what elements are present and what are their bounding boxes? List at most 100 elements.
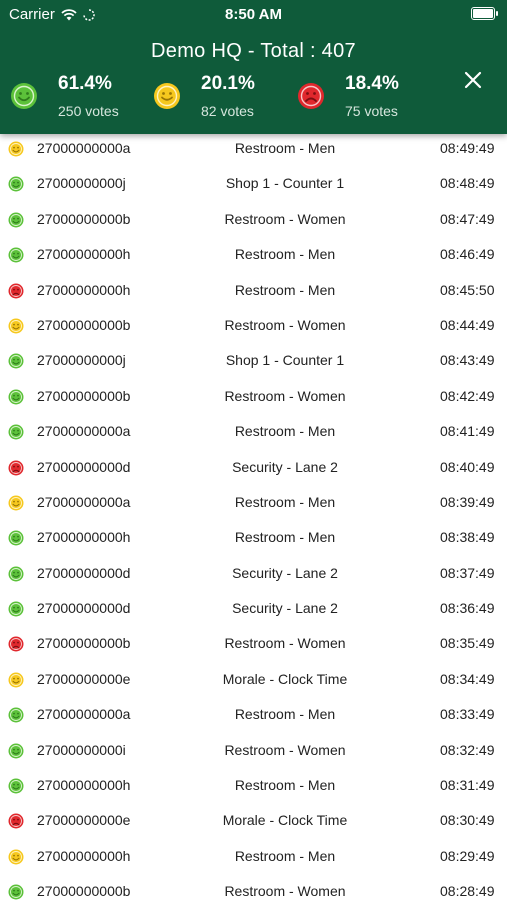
red-sad-icon — [8, 460, 24, 476]
vote-list[interactable]: 27000000000a Restroom - Men 08:49:49 270000… — [0, 134, 507, 913]
status-bar: Carrier 8:50 AM — [0, 0, 507, 28]
device-id: 27000000000a — [37, 423, 131, 440]
red-sad-icon — [297, 82, 325, 110]
list-item[interactable]: 27000000000a Restroom - Men 08:49:49 — [0, 134, 507, 169]
green-smiley-icon — [8, 389, 24, 405]
vote-time: 08:45:50 — [440, 281, 495, 298]
device-id: 27000000000e — [37, 670, 131, 687]
device-id: 27000000000a — [37, 140, 131, 156]
vote-time: 08:41:49 — [440, 423, 495, 440]
yellow-smiley-icon — [8, 141, 24, 157]
device-id: 27000000000h — [37, 847, 131, 864]
location-name: Security - Lane 2 — [232, 458, 338, 475]
green-smiley-icon — [10, 82, 38, 110]
vote-time: 08:36:49 — [440, 600, 495, 617]
red-sad-icon — [8, 283, 24, 299]
vote-time: 08:33:49 — [440, 706, 495, 723]
green-smiley-icon — [8, 212, 24, 228]
location-name: Restroom - Women — [224, 210, 346, 227]
green-smiley-icon — [8, 566, 24, 582]
yellow-smiley-icon — [8, 495, 24, 511]
location-name: Security - Lane 2 — [232, 564, 338, 581]
stat-votes: 82 votes — [201, 103, 254, 119]
red-sad-icon — [8, 813, 24, 829]
vote-time: 08:37:49 — [440, 564, 495, 581]
location-name: Restroom - Men — [234, 246, 336, 263]
device-id: 27000000000b — [37, 316, 131, 333]
close-button[interactable] — [459, 66, 487, 94]
list-item[interactable]: 27000000000a Restroom - Men 08:33:49 — [0, 700, 507, 735]
device-id: 27000000000b — [37, 210, 131, 227]
vote-time: 08:34:49 — [440, 670, 495, 687]
list-item[interactable]: 27000000000h Restroom - Men 08:45:50 — [0, 276, 507, 311]
list-item[interactable]: 27000000000b Restroom - Women 08:35:49 — [0, 629, 507, 664]
stat-percent: 20.1% — [201, 73, 255, 94]
device-id: 27000000000b — [37, 387, 131, 404]
list-item[interactable]: 27000000000e Morale - Clock Time 08:30:49 — [0, 806, 507, 841]
green-smiley-icon — [8, 247, 24, 263]
green-smiley-icon — [8, 778, 24, 794]
location-name: Morale - Clock Time — [222, 812, 348, 829]
list-item[interactable]: 27000000000d Security - Lane 2 08:36:49 — [0, 594, 507, 629]
green-smiley-icon — [8, 176, 24, 192]
location-name: Restroom - Women — [224, 635, 346, 652]
vote-time: 08:32:49 — [440, 741, 495, 758]
list-item[interactable]: 27000000000h Restroom - Men 08:38:49 — [0, 523, 507, 558]
list-item[interactable]: 27000000000b Restroom - Women 08:42:49 — [0, 382, 507, 417]
location-name: Morale - Clock Time — [222, 670, 348, 687]
location-name: Restroom - Women — [224, 316, 346, 333]
device-id: 27000000000i — [37, 741, 126, 758]
header: Carrier 8:50 AM Demo HQ - Total : 407 61… — [0, 0, 507, 134]
device-id: 27000000000j — [37, 175, 126, 192]
location-name: Restroom - Women — [224, 883, 346, 900]
vote-time: 08:31:49 — [440, 777, 495, 794]
device-id: 27000000000h — [37, 777, 131, 794]
location-name: Restroom - Men — [234, 777, 336, 794]
list-item[interactable]: 27000000000j Shop 1 - Counter 1 08:43:49 — [0, 346, 507, 381]
vote-time: 08:47:49 — [440, 210, 495, 227]
location-name: Restroom - Men — [234, 140, 336, 156]
yellow-smiley-icon — [8, 849, 24, 865]
vote-time: 08:48:49 — [440, 175, 495, 192]
stat-votes: 250 votes — [58, 103, 119, 119]
vote-time: 08:35:49 — [440, 635, 495, 652]
red-sad-icon — [8, 636, 24, 652]
device-id: 27000000000h — [37, 246, 131, 263]
vote-time: 08:39:49 — [440, 493, 495, 510]
device-id: 27000000000b — [37, 883, 131, 900]
yellow-smiley-icon — [153, 82, 181, 110]
location-name: Restroom - Women — [224, 741, 346, 758]
vote-time: 08:42:49 — [440, 387, 495, 404]
list-item[interactable]: 27000000000j Shop 1 - Counter 1 08:48:49 — [0, 169, 507, 204]
vote-time: 08:29:49 — [440, 847, 495, 864]
vote-time: 08:38:49 — [440, 529, 495, 546]
list-item[interactable]: 27000000000h Restroom - Men 08:29:49 — [0, 842, 507, 877]
device-id: 27000000000h — [37, 529, 131, 546]
device-id: 27000000000d — [37, 600, 131, 617]
location-name: Restroom - Men — [234, 847, 336, 864]
device-id: 27000000000d — [37, 458, 131, 475]
list-item[interactable]: 27000000000a Restroom - Men 08:39:49 — [0, 488, 507, 523]
list-item[interactable]: 27000000000a Restroom - Men 08:41:49 — [0, 417, 507, 452]
vote-time: 08:46:49 — [440, 246, 495, 263]
device-id: 27000000000h — [37, 281, 131, 298]
page-title: Demo HQ - Total : 407 — [151, 40, 356, 62]
list-item[interactable]: 27000000000h Restroom - Men 08:46:49 — [0, 240, 507, 275]
list-item[interactable]: 27000000000d Security - Lane 2 08:40:49 — [0, 453, 507, 488]
list-item[interactable]: 27000000000b Restroom - Women 08:44:49 — [0, 311, 507, 346]
list-item[interactable]: 27000000000b Restroom - Women 08:47:49 — [0, 205, 507, 240]
green-smiley-icon — [8, 530, 24, 546]
yellow-smiley-icon — [8, 318, 24, 334]
vote-time: 08:40:49 — [440, 458, 495, 475]
list-item[interactable]: 27000000000h Restroom - Men 08:31:49 — [0, 771, 507, 806]
green-smiley-icon — [8, 424, 24, 440]
list-item[interactable]: 27000000000b Restroom - Women 08:28:49 — [0, 877, 507, 912]
location-name: Restroom - Women — [224, 387, 346, 404]
list-item[interactable]: 27000000000d Security - Lane 2 08:37:49 — [0, 559, 507, 594]
location-name: Shop 1 - Counter 1 — [225, 175, 345, 192]
green-smiley-icon — [8, 601, 24, 617]
list-item[interactable]: 27000000000i Restroom - Women 08:32:49 — [0, 736, 507, 771]
list-item[interactable]: 27000000000e Morale - Clock Time 08:34:49 — [0, 665, 507, 700]
vote-time: 08:49:49 — [440, 140, 495, 156]
vote-time: 08:28:49 — [440, 883, 495, 900]
